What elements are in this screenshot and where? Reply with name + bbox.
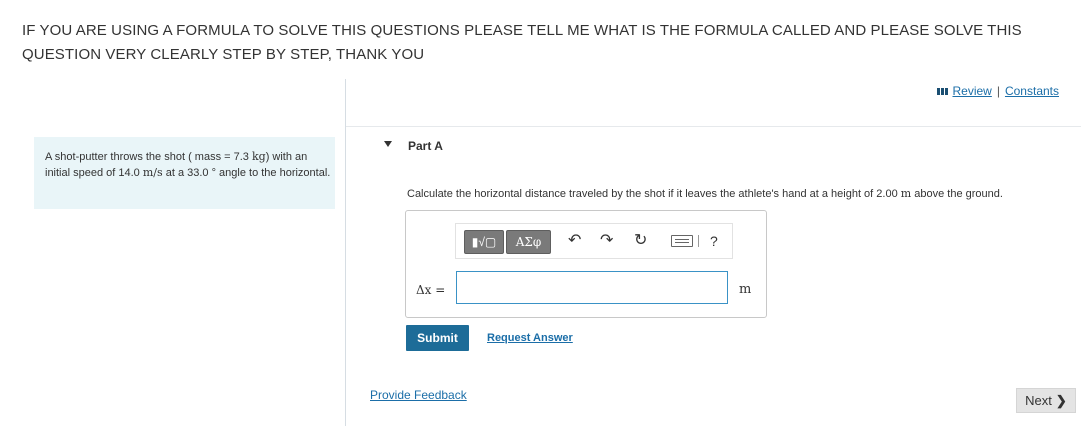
keyboard-icon[interactable] bbox=[671, 235, 693, 247]
part-prompt: Calculate the horizontal distance travel… bbox=[407, 187, 1003, 200]
unit-kg: kg bbox=[251, 150, 266, 163]
question-text: IF YOU ARE USING A FORMULA TO SOLVE THIS… bbox=[22, 22, 1022, 63]
redo-icon[interactable]: ↷ bbox=[600, 232, 613, 250]
next-label: Next bbox=[1025, 393, 1052, 408]
prompt-text-2: above the ground. bbox=[911, 188, 1003, 200]
part-title[interactable]: Part A bbox=[408, 139, 443, 153]
delta-x-label: Δx = bbox=[416, 283, 446, 297]
templates-button[interactable]: ▮√▢ bbox=[464, 230, 504, 254]
provide-feedback-link[interactable]: Provide Feedback bbox=[370, 388, 467, 402]
toolbar-separator bbox=[698, 235, 699, 247]
greek-symbols-button[interactable]: ΑΣφ bbox=[506, 230, 551, 254]
prompt-unit: m bbox=[900, 187, 912, 200]
header-divider bbox=[346, 126, 1081, 127]
answer-unit: m bbox=[739, 282, 752, 297]
problem-text-3: at a 33.0 ° angle to the horizontal. bbox=[162, 167, 331, 179]
answer-box: ▮√▢ ΑΣφ ↶ ↷ ↻ ? Δx = m bbox=[405, 210, 767, 318]
unit-ms: m/s bbox=[142, 166, 163, 179]
submit-button[interactable]: Submit bbox=[406, 325, 469, 351]
reset-icon[interactable]: ↻ bbox=[634, 232, 647, 250]
review-link[interactable]: Review bbox=[952, 84, 991, 98]
link-separator: | bbox=[996, 84, 1000, 98]
help-button[interactable]: ? bbox=[710, 232, 718, 250]
column-divider bbox=[345, 79, 346, 426]
books-icon bbox=[937, 87, 949, 95]
undo-icon[interactable]: ↶ bbox=[568, 232, 581, 250]
answer-input[interactable] bbox=[456, 271, 728, 304]
collapse-arrow-icon[interactable] bbox=[384, 141, 392, 147]
constants-link[interactable]: Constants bbox=[1005, 84, 1059, 98]
review-constants-links: Review | Constants bbox=[937, 84, 1059, 98]
math-toolbar: ▮√▢ ΑΣφ ↶ ↷ ↻ ? bbox=[455, 223, 733, 259]
next-button[interactable]: Next ❯ bbox=[1016, 388, 1076, 413]
prompt-text-1: Calculate the horizontal distance travel… bbox=[407, 188, 901, 200]
chevron-right-icon: ❯ bbox=[1055, 392, 1067, 408]
problem-text-1: A shot-putter throws the shot ( mass = 7… bbox=[45, 151, 252, 163]
problem-statement: A shot-putter throws the shot ( mass = 7… bbox=[34, 137, 335, 209]
request-answer-link[interactable]: Request Answer bbox=[487, 332, 573, 344]
